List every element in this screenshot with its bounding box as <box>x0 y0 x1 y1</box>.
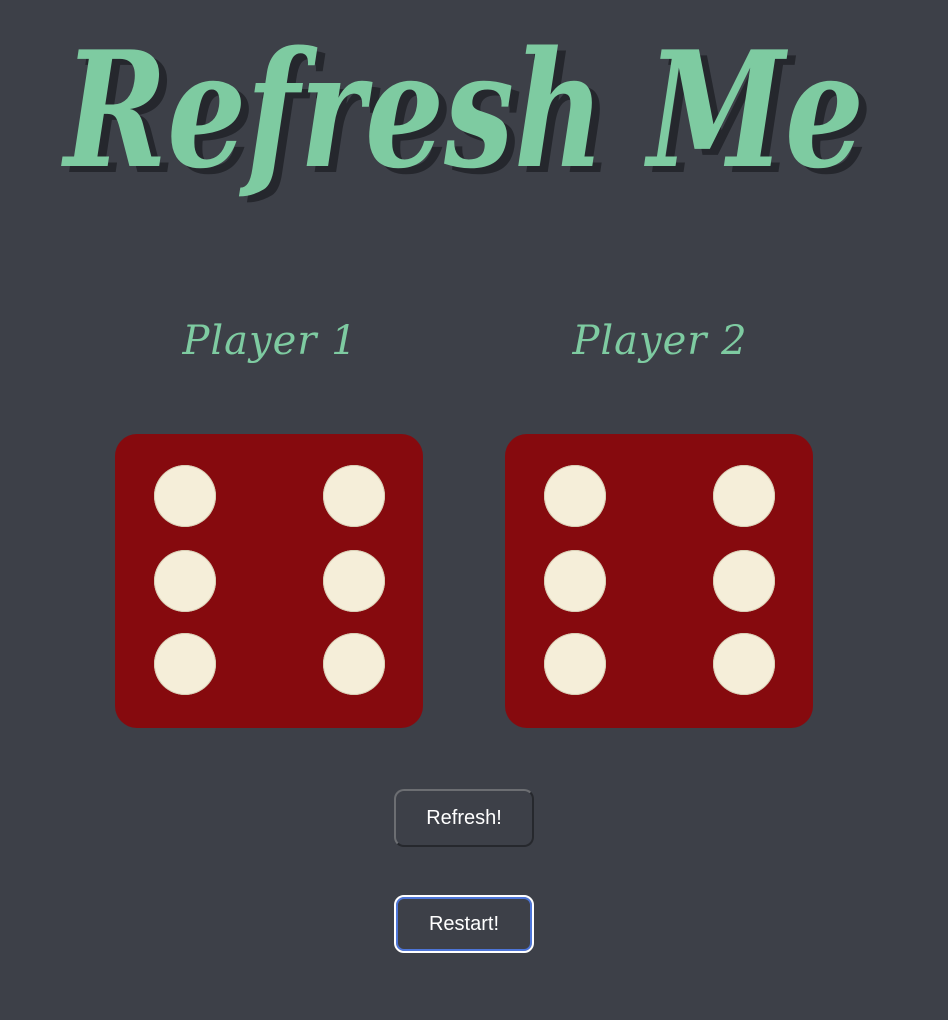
title-text: Refresh Me <box>61 16 864 204</box>
die-pip <box>323 465 385 527</box>
die-pip <box>713 465 775 527</box>
player-1-die <box>115 434 423 728</box>
page-title: Refresh Me Refresh Me <box>0 0 948 230</box>
player-2-die <box>505 434 813 728</box>
die-pip <box>544 550 606 612</box>
die-pip <box>713 633 775 695</box>
die-pip <box>713 550 775 612</box>
die-pip <box>544 465 606 527</box>
title-svg: Refresh Me Refresh Me <box>61 16 872 210</box>
restart-button[interactable]: Restart! <box>394 895 534 953</box>
refresh-button[interactable]: Refresh! <box>394 789 534 847</box>
die-pip <box>154 633 216 695</box>
die-pip <box>544 633 606 695</box>
player-1-label: Player 1 <box>182 318 358 364</box>
die-pip <box>154 550 216 612</box>
die-pip <box>323 633 385 695</box>
player-2-label: Player 2 <box>572 318 748 364</box>
die-pip <box>154 465 216 527</box>
die-pip <box>323 550 385 612</box>
